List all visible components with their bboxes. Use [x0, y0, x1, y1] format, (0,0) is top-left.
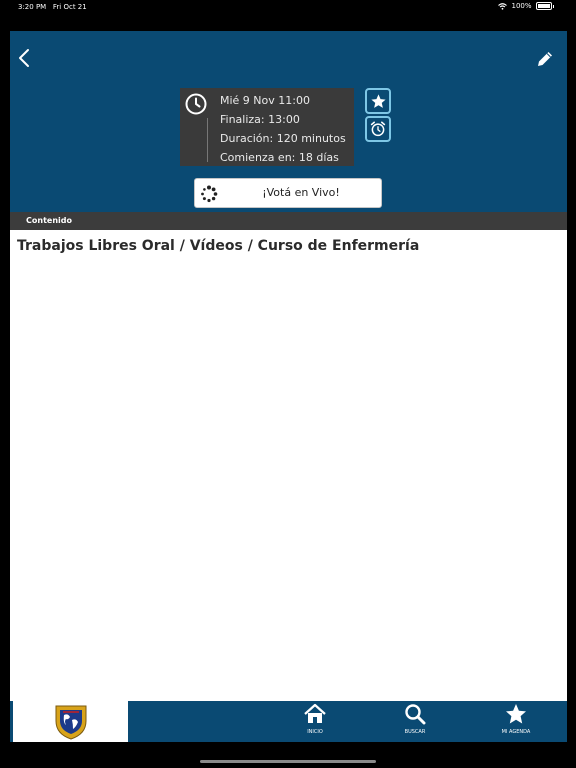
- alarm-clock-icon: [370, 121, 386, 137]
- bottom-tab-bar: INICIO BUSCAR MI AGENDA: [10, 701, 567, 742]
- status-time: 3:20 PM Fri Oct 21: [18, 3, 87, 11]
- schedule-divider: [207, 118, 208, 162]
- tab-label: BUSCAR: [404, 729, 426, 735]
- chevron-left-icon[interactable]: [16, 47, 32, 69]
- event-header: Mié 9 Nov 11:00 Finaliza: 13:00 Duración…: [10, 31, 567, 212]
- home-icon: [304, 703, 326, 723]
- app-window: Mié 9 Nov 11:00 Finaliza: 13:00 Duración…: [10, 31, 567, 742]
- alarm-button[interactable]: [365, 116, 391, 142]
- battery-icon: [535, 2, 552, 10]
- home-indicator[interactable]: [200, 760, 376, 763]
- tab-label: INICIO: [307, 729, 323, 735]
- clock-icon: [185, 93, 207, 115]
- session-title: Trabajos Libres Oral / Vídeos / Curso de…: [17, 238, 420, 254]
- star-icon: [370, 93, 386, 108]
- society-shield-logo-icon: [55, 705, 86, 740]
- schedule-starts-in: Comienza en: 18 días: [220, 151, 339, 164]
- star-icon: [506, 704, 526, 724]
- logo-cell[interactable]: [13, 701, 128, 742]
- tab-inicio[interactable]: INICIO: [285, 703, 345, 741]
- search-icon: [405, 704, 426, 725]
- favorite-button[interactable]: [365, 88, 391, 114]
- schedule-date-time: Mié 9 Nov 11:00: [220, 94, 310, 107]
- battery-percent: 100%: [511, 2, 532, 10]
- vote-live-button[interactable]: ¡Votá en Vivo!: [194, 178, 382, 208]
- tab-buscar[interactable]: BUSCAR: [385, 703, 445, 741]
- status-bar: 3:20 PM Fri Oct 21 100%: [0, 0, 576, 16]
- tab-label: MI AGENDA: [501, 729, 531, 735]
- tab-mi-agenda[interactable]: MI AGENDA: [486, 703, 546, 741]
- schedule-box: Mié 9 Nov 11:00 Finaliza: 13:00 Duración…: [180, 88, 354, 166]
- schedule-end: Finaliza: 13:00: [220, 113, 300, 126]
- spinner-icon: [201, 185, 218, 203]
- pencil-icon[interactable]: [535, 49, 555, 69]
- vote-live-label: ¡Votá en Vivo!: [262, 186, 340, 199]
- status-right: 100%: [498, 2, 554, 10]
- section-header: Contenido: [10, 212, 567, 230]
- wifi-icon: [498, 2, 508, 10]
- schedule-duration: Duración: 120 minutos: [220, 132, 346, 145]
